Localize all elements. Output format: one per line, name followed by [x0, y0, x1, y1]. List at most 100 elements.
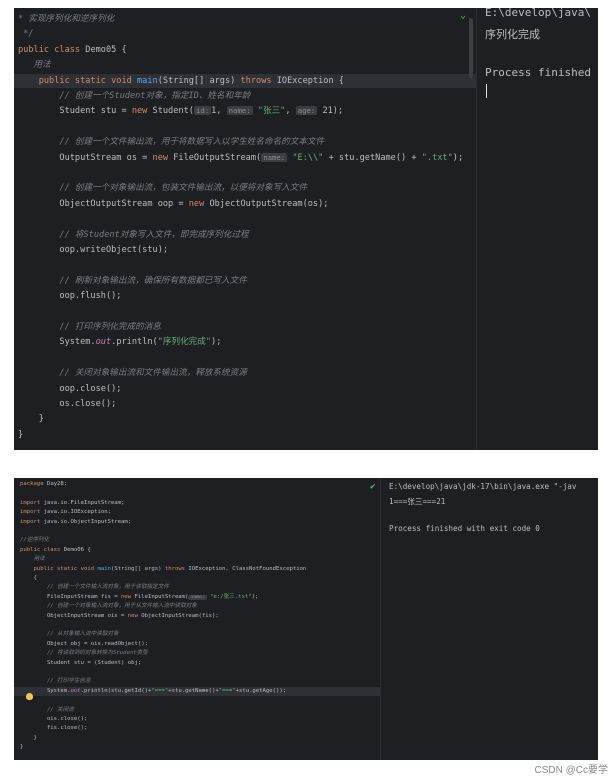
code-token: FileOutputStream(: [173, 152, 262, 163]
code-line: }: [14, 734, 380, 743]
code-token: fis.close();: [20, 725, 88, 732]
code-token: OutputStream os =: [18, 152, 153, 163]
code-token: "E:\\": [287, 152, 329, 163]
code-line: OutputStream os = new FileOutputStream(n…: [14, 151, 476, 165]
code-token: }: [18, 429, 24, 440]
code-token: Object obj = ois.readObject();: [20, 640, 148, 647]
code-token: 1,: [211, 106, 227, 117]
code-token: // 刷新对象输出流，确保所有数据都已写入文件: [18, 275, 247, 286]
code-token: new: [131, 106, 153, 117]
code-line: * 实现序列化和逆序列化: [14, 12, 476, 26]
code-line: // 关闭对象输出流和文件输出流，释放系统资源: [14, 366, 476, 380]
code-token: import: [20, 518, 44, 525]
code-token: main: [97, 565, 111, 572]
code-token: // 创建一个Student对象，指定ID、姓名和年龄: [18, 91, 251, 101]
code-line: // 创建一个文件输入流对象，用于读取指定文件: [14, 583, 380, 592]
code-line: ois.close();: [14, 715, 380, 724]
code-token: java.io.FileInputStream;: [43, 499, 125, 506]
code-token: main: [137, 75, 158, 86]
code-token: Demo06 {: [63, 546, 91, 553]
console-caret: [486, 84, 487, 98]
run-console-demo06[interactable]: E:\develop\java\jdk-17\bin\java.exe "-ja…: [380, 478, 598, 760]
code-editor-demo06[interactable]: package Day28; import java.io.FileInputSt…: [14, 478, 380, 760]
code-token: new: [121, 593, 135, 600]
code-line: }: [14, 428, 476, 442]
bulb-icon[interactable]: [26, 693, 33, 700]
code-line: oop.close();: [14, 382, 476, 396]
code-token: age:: [295, 106, 318, 116]
code-token: oop.writeObject(stu);: [18, 245, 169, 255]
code-token: ObjectOutputStream oop =: [18, 198, 189, 209]
code-token: // 创建一个对象输入流对象，用于从文件输入流中读取对象: [20, 603, 197, 610]
code-token: +stu.getAge());: [235, 687, 287, 694]
code-token: );: [452, 152, 464, 163]
watermark: CSDN @Cc要学: [534, 765, 609, 776]
code-line: Student stu = (Student) obj;: [14, 659, 380, 668]
code-line: // 打印序列化完成的消息: [14, 320, 476, 334]
code-token: "序列化完成": [157, 337, 212, 348]
code-token: import: [20, 499, 44, 506]
console-line: 1===张三===21: [389, 497, 446, 506]
code-line: // 创建一个文件输出流，用于将数据写入以学生姓名命名的文本文件: [14, 135, 476, 149]
code-token: "===": [151, 687, 169, 694]
code-token: out: [95, 337, 112, 348]
code-line: ObjectOutputStream oop = new ObjectOutpu…: [14, 197, 476, 211]
code-line: import java.io.IOException;: [14, 508, 380, 517]
code-token: (String[] args): [110, 565, 165, 572]
code-token: public class: [18, 44, 86, 55]
code-line: import java.io.FileInputStream;: [14, 499, 380, 508]
code-token: out: [70, 687, 81, 694]
console-line: Process finished: [485, 66, 591, 79]
code-line: import java.io.ObjectInputStream;: [14, 518, 380, 527]
code-token: //逆序列化: [20, 537, 50, 544]
code-token: );: [211, 337, 222, 348]
code-token: // 创建一个对象输出流，包装文件输出流，以便将对象写入文件: [18, 183, 307, 194]
code-token: }: [20, 734, 37, 741]
check-icon: ✔: [370, 482, 376, 492]
code-token: + stu.getName() +: [328, 152, 422, 163]
code-token: 用法: [20, 556, 45, 563]
code-line: // 创建一个Student对象，指定ID、姓名和年龄: [14, 89, 476, 103]
code-line: oop.flush();: [14, 289, 476, 303]
code-token: // 将Student对象写入文件，即完成序列化过程: [18, 229, 249, 240]
code-token: package: [20, 481, 47, 487]
editor-scrollbar[interactable]: [469, 18, 473, 78]
code-token: import: [20, 509, 44, 516]
code-line: Object obj = ois.readObject();: [14, 640, 380, 649]
code-token: name:: [188, 594, 207, 600]
console-line: E:\develop\java\: [485, 8, 591, 19]
code-token: new: [188, 198, 210, 209]
code-token: // 将读取到的对象转换为Student类型: [20, 650, 148, 657]
code-token: ,: [285, 106, 296, 117]
code-token: 21);: [317, 106, 344, 117]
code-token: throws: [164, 565, 189, 572]
code-token: java.io.IOException;: [43, 509, 111, 516]
code-line: // 将读取到的对象转换为Student类型: [14, 649, 380, 658]
code-token: Student(: [152, 106, 194, 117]
console-line: Process finished with exit code 0: [389, 524, 540, 533]
code-line: public static void main(String[] args) t…: [14, 565, 380, 574]
code-token: // 打印学生信息: [20, 678, 91, 685]
code-line: public class Demo05 {: [14, 43, 476, 57]
code-token: {: [20, 575, 37, 581]
code-editor-demo05[interactable]: * 实现序列化和逆序列化 */public class Demo05 { 用法 …: [14, 8, 476, 450]
code-line: Student stu = new Student(id: 1, name: "张…: [14, 104, 476, 118]
code-token: "e:/张三.txt": [206, 593, 252, 600]
code-token: id:: [193, 106, 212, 116]
code-line: }: [14, 743, 380, 752]
code-token: FileInputStream fis =: [20, 593, 122, 600]
code-token: Day28;: [46, 481, 68, 487]
run-console-demo05[interactable]: E:\develop\java\ 序列化完成 Process finished: [476, 8, 598, 450]
code-token: Demo05 {: [85, 44, 127, 55]
code-token: throws: [240, 75, 277, 86]
code-line: os.close();: [14, 397, 476, 411]
code-line: fis.close();: [14, 724, 380, 733]
